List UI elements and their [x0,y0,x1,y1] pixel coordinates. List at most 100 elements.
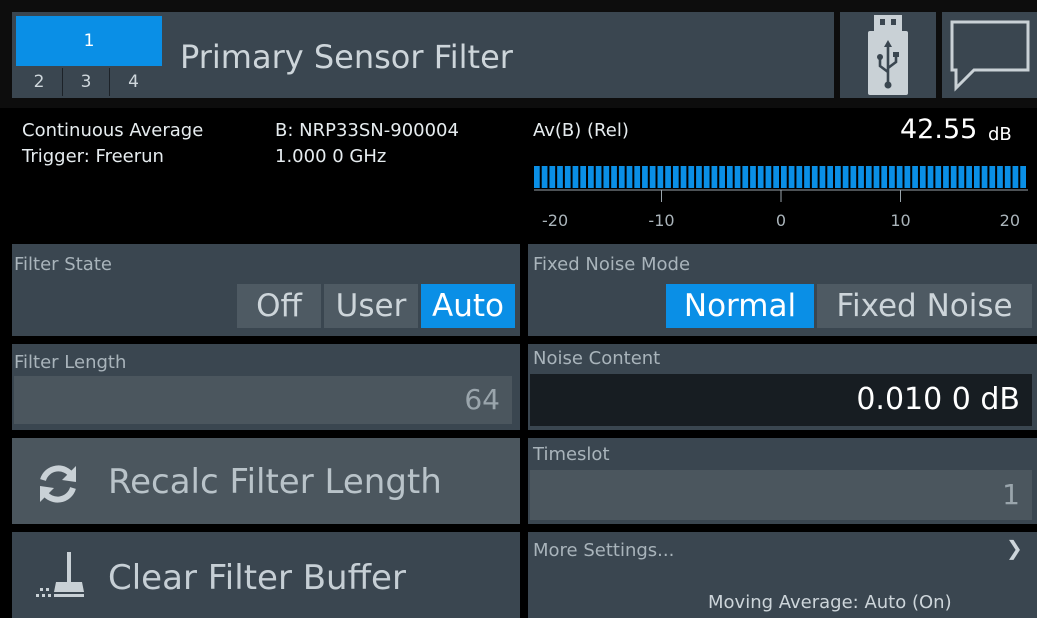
page-title: Primary Sensor Filter [180,38,513,76]
level-bar-segment [919,166,926,188]
usb-button[interactable] [840,12,936,98]
moving-average-status: Moving Average: Auto (On) [708,592,952,613]
level-bar-segment [703,166,710,188]
level-bar-segment [943,166,949,188]
tab-4[interactable]: 4 [110,68,157,96]
level-bar-segment [819,166,826,188]
level-bar-segment [757,166,764,188]
chevron-right-icon: ❯ [1006,536,1023,560]
filter-auto-button[interactable]: Auto [421,284,515,328]
more-settings-label: More Settings... [533,540,675,561]
fixed-noise-button[interactable]: Fixed Noise [817,284,1032,328]
scale-tick-label: 0 [776,211,786,230]
level-bar-segment [680,166,687,188]
level-bar-segment [665,166,671,188]
recalc-filter-length-label: Recalc Filter Length [108,462,442,502]
level-bar-segment [672,166,679,188]
level-bar-segment [688,166,695,188]
level-bar-segment [634,166,641,188]
level-bar-segment [835,166,841,188]
level-bar-segment [649,166,656,188]
level-bar-segment [973,166,980,188]
level-bar-segment [904,166,911,188]
tab-1[interactable]: 1 [16,16,162,66]
level-bar-segment [773,166,779,188]
level-bar-segment [788,166,795,188]
level-bar-segment [742,166,749,188]
message-icon [950,20,1030,92]
level-bar-segment [981,166,988,188]
noise-content-field[interactable]: 0.010 0 dB [530,374,1032,426]
level-bar-segment [534,166,540,188]
level-bar-segment [564,166,571,188]
level-bar-segment [588,166,594,188]
tab-2[interactable]: 2 [16,68,63,96]
level-bar-segment [611,166,617,188]
normal-mode-button[interactable]: Normal [666,284,814,328]
sensor-id: B: NRP33SN-900004 [275,120,459,141]
level-bar-segment [657,166,664,188]
level-bar-segment [541,166,548,188]
level-bar-segment [796,166,803,188]
level-bar-segment [950,166,957,188]
filter-length-label: Filter Length [14,352,127,373]
level-bar-segment [765,166,772,188]
level-bar-segment [557,166,563,188]
level-bar-segment [842,166,849,188]
level-bar-segment [618,166,625,188]
level-bar-segment [1012,166,1019,188]
broom-icon [36,552,84,597]
level-bar-segment [958,166,965,188]
usb-icon [868,15,908,95]
level-bar-segment [1020,166,1026,188]
noise-content-label: Noise Content [533,348,661,369]
timeslot-label: Timeslot [533,444,610,465]
level-bar-segment [912,166,918,188]
level-bar-segment [865,166,872,188]
level-bar-segment [642,166,648,188]
measurement-value: 42.55 [900,114,978,145]
frequency: 1.000 0 GHz [275,146,387,167]
level-bar-segment [896,166,903,188]
level-bar-segment [580,166,587,188]
filter-user-button[interactable]: User [324,284,418,328]
level-bar-segment [750,166,756,188]
level-bar-segment [811,166,818,188]
level-bar-segment [989,166,996,188]
level-bar-segment [719,166,725,188]
filter-state-label: Filter State [14,254,112,275]
level-bar-segment [804,166,810,188]
level-bar-segment [734,166,741,188]
message-button[interactable] [942,12,1037,98]
level-bar-segment [595,166,602,188]
level-bar-segment [858,166,864,188]
scale-tick-label: -20 [542,211,568,230]
measurement-mode: Continuous Average [22,120,204,141]
level-bar-segment [781,166,787,188]
level-bar-segment [827,166,834,188]
trigger-mode: Trigger: Freerun [22,146,164,167]
filter-length-field[interactable]: 64 [14,376,512,424]
level-bar-segment [711,166,718,188]
scale-tick-label: 10 [890,211,910,230]
level-bar-segment [997,166,1003,188]
level-bar-segment [626,166,633,188]
filter-off-button[interactable]: Off [237,284,321,328]
refresh-icon [40,465,76,503]
tab-3[interactable]: 3 [63,68,110,96]
level-bar-segment [696,166,702,188]
level-bar-segment [603,166,610,188]
scale-tick-label: 20 [1000,211,1020,230]
level-bar-segment [726,166,733,188]
level-bar-segment [850,166,857,188]
level-bar-segment [873,166,880,188]
level-bar-segment [935,166,942,188]
timeslot-field[interactable]: 1 [530,470,1032,520]
level-bar-segment [881,166,888,188]
measurement-unit: dB [988,124,1012,145]
level-bar-graph: -20 -10 0 10 20 [534,166,1028,230]
fixed-noise-mode-label: Fixed Noise Mode [533,254,691,275]
measurement-function: Av(B) (Rel) [533,120,629,141]
level-bar-segment [572,166,579,188]
level-bar-segment [1004,166,1011,188]
